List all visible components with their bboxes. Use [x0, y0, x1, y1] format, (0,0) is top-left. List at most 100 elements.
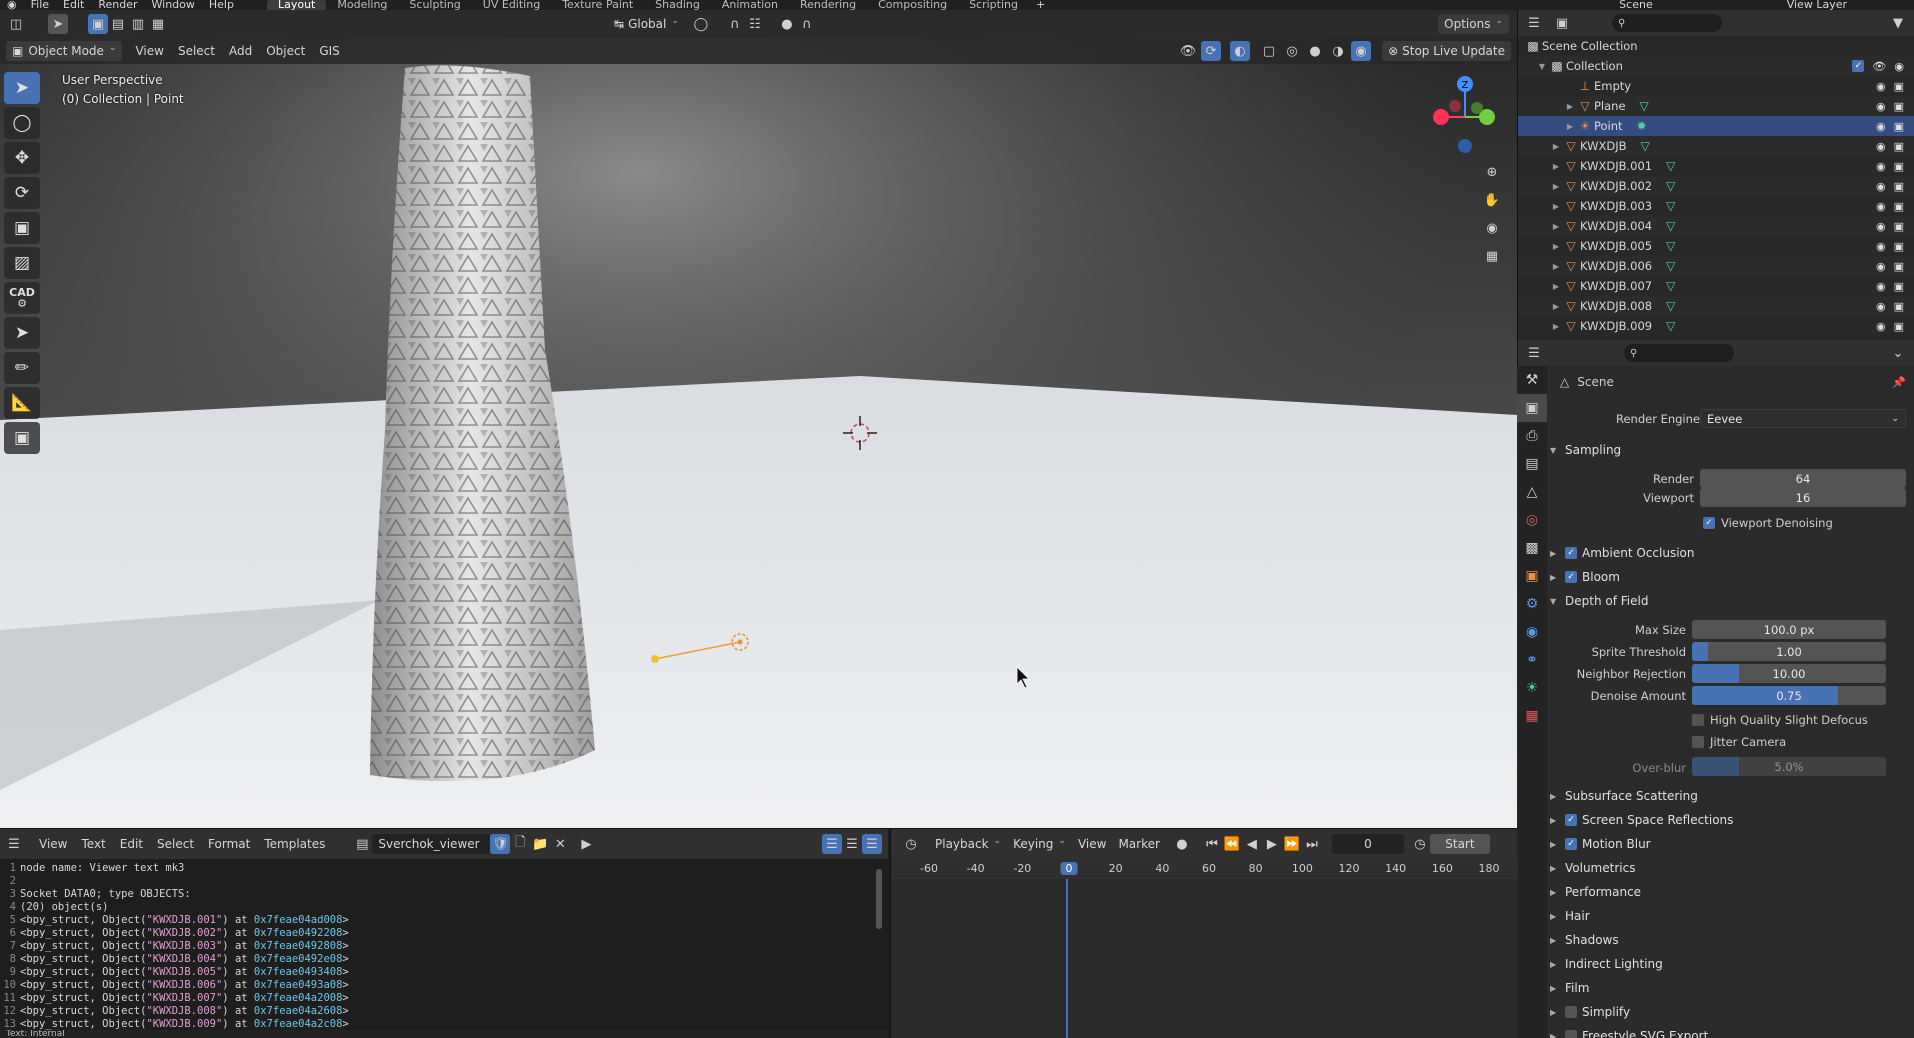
stop-live-update-button[interactable]: ⊗ Stop Live Update [1382, 41, 1511, 61]
word-wrap-icon[interactable]: ☰ [842, 834, 862, 854]
light-data-tab-icon[interactable]: ☀ [1517, 674, 1547, 702]
hair-panel-header[interactable]: ▶ Hair [1550, 909, 1590, 923]
blender-logo-icon[interactable]: ◉ [0, 0, 24, 10]
light-data-icon[interactable]: ✸ [1637, 119, 1647, 133]
current-frame-field[interactable]: 0 [1331, 834, 1404, 854]
jitter-camera-checkbox[interactable]: Jitter Camera [1692, 735, 1786, 749]
text-menu-view[interactable]: View [32, 837, 74, 851]
sampling-panel-header[interactable]: ▼ Sampling [1550, 443, 1621, 457]
text-scrollbar[interactable] [876, 869, 882, 929]
visibility-icon[interactable]: 👁 [1178, 41, 1198, 61]
camera-icon[interactable]: ▣ [1894, 260, 1904, 273]
mesh-data-icon[interactable]: ▽ [1666, 199, 1675, 213]
solid-shading-icon[interactable]: ● [1305, 41, 1325, 61]
menu-window[interactable]: Window [145, 0, 202, 10]
falloff-icon[interactable]: ∩ [797, 14, 817, 34]
prev-keyframe-icon[interactable]: ⏪ [1222, 834, 1242, 854]
workspace-tab-compositing[interactable]: Compositing [867, 0, 958, 10]
syntax-highlight-icon[interactable]: ☰ [862, 834, 882, 854]
scene-selector[interactable]: Scene [1612, 0, 1660, 10]
start-frame-field[interactable]: Start [1429, 834, 1490, 854]
expand-right-icon[interactable]: ▶ [1550, 202, 1562, 211]
jump-end-icon[interactable]: ⏭ [1302, 834, 1322, 854]
eye-icon[interactable]: ◉ [1876, 100, 1886, 113]
workspace-tab-scripting[interactable]: Scripting [958, 0, 1029, 10]
select-intersect-icon[interactable]: ▦ [148, 14, 168, 34]
select-extend-icon[interactable]: ▤ [108, 14, 128, 34]
eye-icon[interactable]: 👁 [1872, 60, 1886, 73]
viewport-menu-view[interactable]: View [128, 44, 170, 58]
scale-tool-button[interactable]: ▣ [4, 212, 40, 244]
add-cube-tool-button[interactable]: ▣ [4, 422, 40, 454]
eye-icon[interactable]: ◉ [1876, 220, 1886, 233]
expand-right-icon[interactable]: ▶ [1550, 242, 1562, 251]
outliner-item-kwxdjb[interactable]: ▶ ▽ KWXDJB ▽ ◉ ▣ [1518, 136, 1914, 156]
workspace-tab-shading[interactable]: Shading [644, 0, 711, 10]
snap-icon[interactable]: ∩ [725, 14, 745, 34]
mesh-data-icon[interactable]: ▽ [1666, 299, 1675, 313]
mesh-data-icon[interactable]: ▽ [1666, 319, 1675, 333]
expand-right-icon[interactable]: ▶ [1550, 322, 1562, 331]
outliner-item-kwxdjb-005[interactable]: ▶ ▽ KWXDJB.005 ▽ ◉ ▣ [1518, 236, 1914, 256]
outliner-item-plane[interactable]: ▶ ▽ Plane ▽ ◉ ▣ [1518, 96, 1914, 116]
render-engine-dropdown[interactable]: Eevee ⌄ [1700, 409, 1906, 428]
motion-blur-panel-header[interactable]: ▶ ✓ Motion Blur [1550, 837, 1651, 851]
next-keyframe-icon[interactable]: ⏩ [1282, 834, 1302, 854]
output-tab-icon[interactable]: ⎙ [1517, 422, 1547, 450]
expand-right-icon[interactable]: ▶ [1550, 282, 1562, 291]
expand-right-icon[interactable]: ▶ [1550, 142, 1562, 151]
text-menu-text[interactable]: Text [74, 837, 112, 851]
viewport-menu-gis[interactable]: GIS [312, 44, 346, 58]
camera-icon[interactable]: ▣ [1894, 120, 1904, 133]
expand-right-icon[interactable]: ▶ [1550, 182, 1562, 191]
eye-icon[interactable]: ◉ [1876, 120, 1886, 133]
wireframe-shading-icon[interactable]: ◎ [1282, 41, 1302, 61]
expand-right-icon[interactable]: ▶ [1550, 222, 1562, 231]
viewport-menu-add[interactable]: Add [222, 44, 259, 58]
text-editor-icon[interactable]: ☰ [4, 834, 24, 854]
timeline-ruler[interactable]: -60 -40 -20 0 20 40 60 80 100 120 140 160 180 [891, 859, 1518, 879]
timeline-menu-playback[interactable]: Playback [929, 834, 1007, 854]
eye-icon[interactable]: ◉ [1876, 140, 1886, 153]
outliner-item-kwxdjb-009[interactable]: ▶ ▽ KWXDJB.009 ▽ ◉ ▣ [1518, 316, 1914, 336]
play-icon[interactable]: ▶ [1262, 834, 1282, 854]
menu-help[interactable]: Help [202, 0, 241, 10]
neighbor-rejection-field[interactable]: 10.00 [1692, 664, 1886, 683]
denoise-amount-field[interactable]: 0.75 [1692, 686, 1886, 705]
bloom-checkbox[interactable]: ✓ [1565, 571, 1577, 583]
outliner-item-kwxdjb-006[interactable]: ▶ ▽ KWXDJB.006 ▽ ◉ ▣ [1518, 256, 1914, 276]
select-new-icon[interactable]: ▣ [88, 14, 108, 34]
camera-icon[interactable]: ▣ [1894, 320, 1904, 333]
expand-right-icon[interactable]: ▶ [1550, 302, 1562, 311]
pin-icon[interactable]: 📌 [1892, 376, 1906, 389]
render-samples-field[interactable]: 64 [1700, 469, 1906, 488]
filter-icon[interactable]: ▼ [1888, 13, 1908, 33]
transform-tool-button[interactable]: ▨ [4, 247, 40, 279]
view-layer-selector[interactable]: View Layer [1780, 0, 1854, 10]
material-shading-icon[interactable]: ◑ [1328, 41, 1348, 61]
text-menu-templates[interactable]: Templates [257, 837, 332, 851]
camera-icon[interactable]: ▣ [1894, 240, 1904, 253]
expand-right-icon[interactable]: ▶ [1564, 122, 1576, 131]
clock-icon[interactable]: ◷ [1410, 834, 1430, 854]
menu-file[interactable]: File [24, 0, 56, 10]
text-editor-body[interactable]: 1 node name: Viewer text mk3 2 3 Socket DATA… [0, 859, 888, 1031]
editor-type-icon[interactable]: ◫ [6, 14, 26, 34]
text-menu-format[interactable]: Format [201, 837, 257, 851]
timeline-menu-marker[interactable]: Marker [1112, 834, 1165, 854]
outliner-item-kwxdjb-003[interactable]: ▶ ▽ KWXDJB.003 ▽ ◉ ▣ [1518, 196, 1914, 216]
freestyle-svg-export-panel-header[interactable]: ▶ Freestyle SVG Export [1550, 1029, 1708, 1038]
expand-right-icon[interactable]: ▶ [1564, 102, 1576, 111]
eye-icon[interactable]: ◉ [1876, 300, 1886, 313]
select-box-icon[interactable]: ➤ [48, 14, 68, 34]
viewport-denoising-checkbox[interactable]: ✓ Viewport Denoising [1703, 516, 1833, 530]
eye-icon[interactable]: ◉ [1876, 280, 1886, 293]
motion-blur-checkbox[interactable]: ✓ [1565, 838, 1577, 850]
menu-edit[interactable]: Edit [56, 0, 91, 10]
cursor-select-tool-button[interactable]: ➤ [4, 317, 40, 349]
dof-panel-header[interactable]: ▼ Depth of Field [1550, 594, 1648, 608]
camera-icon[interactable]: ▣ [1894, 180, 1904, 193]
mesh-data-icon[interactable]: ▽ [1666, 259, 1675, 273]
line-numbers-icon[interactable]: ☰ [822, 834, 842, 854]
camera-icon[interactable]: ▣ [1894, 100, 1904, 113]
